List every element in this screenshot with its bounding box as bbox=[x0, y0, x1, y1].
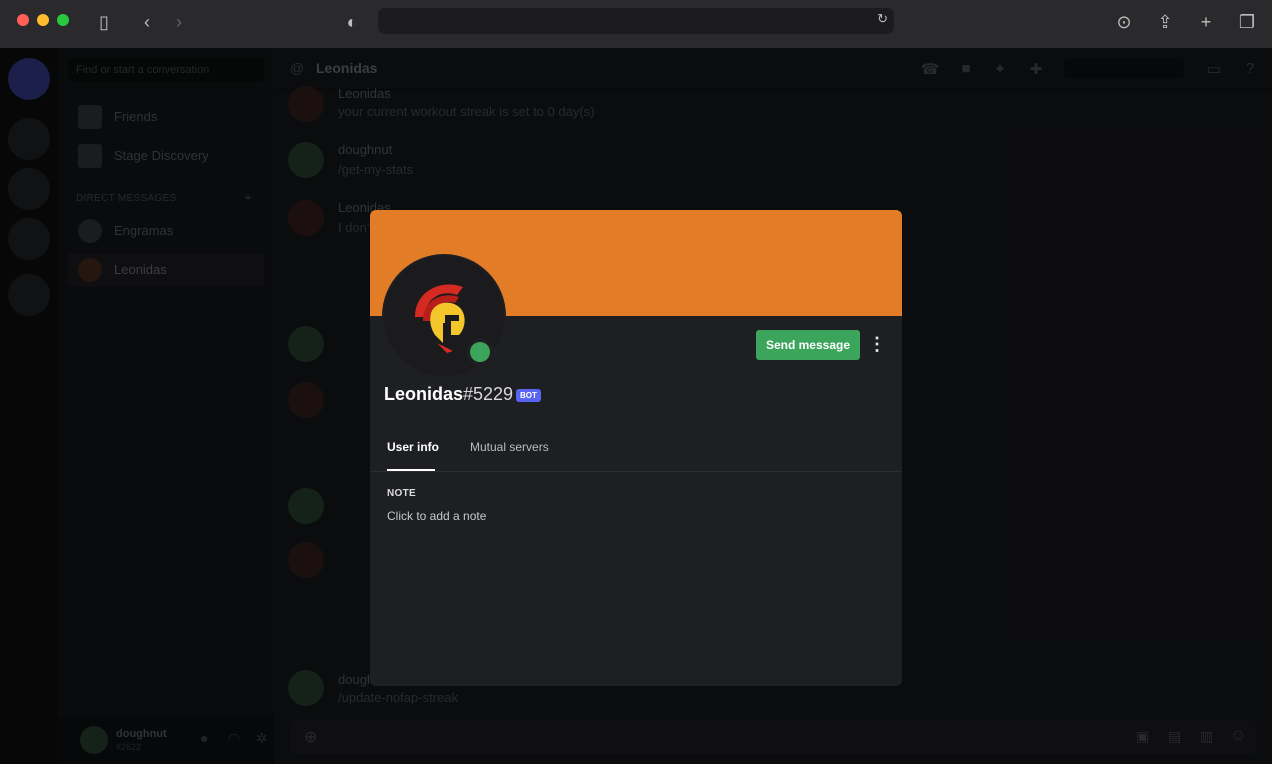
avatar-ring bbox=[382, 254, 506, 378]
back-icon[interactable]: ‹ bbox=[133, 10, 161, 34]
profile-name: Leonidas bbox=[384, 384, 464, 404]
send-message-button[interactable]: Send message bbox=[756, 330, 860, 360]
tab-divider bbox=[370, 471, 902, 472]
maximize-window-button[interactable] bbox=[57, 14, 69, 26]
shield-icon[interactable]: ◐ bbox=[338, 10, 366, 34]
user-profile-modal: Send message ⋮ Leonidas#5229 BOT User in… bbox=[370, 210, 902, 686]
address-bar[interactable]: ↻ bbox=[378, 8, 894, 34]
tab-mutual-servers[interactable]: Mutual servers bbox=[470, 440, 549, 454]
more-options-icon[interactable]: ⋮ bbox=[868, 331, 886, 359]
tab-user-info[interactable]: User info bbox=[387, 440, 439, 454]
online-status-icon bbox=[466, 338, 494, 366]
note-label: NOTE bbox=[387, 488, 416, 499]
reload-icon[interactable]: ↻ bbox=[877, 11, 888, 27]
note-input[interactable]: Click to add a note bbox=[387, 509, 486, 523]
downloads-icon[interactable]: ⊙ bbox=[1110, 10, 1138, 34]
new-tab-icon[interactable]: + bbox=[1192, 10, 1220, 34]
browser-toolbar: ▯ ‹ › ◐ ↻ ⊙ ⇪ + ❐ bbox=[0, 0, 1272, 48]
bot-badge: BOT bbox=[516, 389, 541, 402]
sidebar-toggle-icon[interactable]: ▯ bbox=[90, 10, 118, 34]
close-window-button[interactable] bbox=[17, 14, 29, 26]
minimize-window-button[interactable] bbox=[37, 14, 49, 26]
profile-discriminator: #5229 bbox=[463, 384, 514, 404]
profile-username: Leonidas#5229 bbox=[384, 384, 513, 405]
forward-icon[interactable]: › bbox=[165, 10, 193, 34]
share-icon[interactable]: ⇪ bbox=[1151, 10, 1179, 34]
tab-overview-icon[interactable]: ❐ bbox=[1233, 10, 1261, 34]
